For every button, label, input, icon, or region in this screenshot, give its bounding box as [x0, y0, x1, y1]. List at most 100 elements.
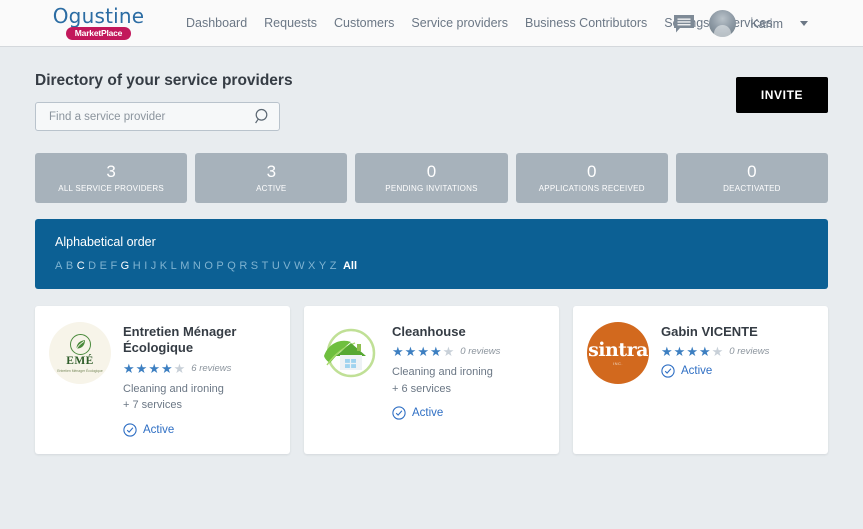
alphabetical-order-title: Alphabetical order	[55, 235, 156, 249]
alphabet-letter-z[interactable]: Z	[330, 260, 337, 272]
invite-button[interactable]: INVITE	[736, 77, 828, 113]
page-title: Directory of your service providers	[35, 72, 293, 89]
reviews-count: 0 reviews	[460, 346, 501, 358]
title-and-search: Directory of your service providers	[35, 72, 293, 131]
chevron-down-icon[interactable]	[800, 21, 808, 26]
search-input[interactable]	[47, 109, 254, 124]
services-summary: Cleaning and ironing + 7 services	[123, 381, 276, 414]
sintra-logo-subtitle: INC.	[613, 360, 623, 366]
alphabet-letter-e[interactable]: E	[100, 260, 107, 272]
alphabet-letter-b[interactable]: B	[66, 260, 73, 272]
alphabet-letter-all[interactable]: All	[343, 260, 357, 272]
star-icon: ★	[673, 344, 686, 360]
sintra-logo: sintra INC.	[587, 322, 649, 384]
stat-label: ALL SERVICE PROVIDERS	[58, 183, 164, 193]
alphabet-letter-f[interactable]: F	[110, 260, 117, 272]
alphabet-letter-a[interactable]: A	[55, 260, 62, 272]
alphabet-letter-q[interactable]: Q	[227, 260, 236, 272]
star-rating: ★ ★ ★ ★ ★	[123, 362, 185, 375]
header-actions: Karim	[673, 0, 808, 47]
search-box[interactable]	[35, 102, 280, 131]
cleanhouse-logo	[318, 322, 380, 384]
alphabet-letter-y[interactable]: Y	[319, 260, 326, 272]
star-rating: ★ ★ ★ ★ ★	[661, 345, 723, 358]
logo-marketplace-badge: MarketPlace	[65, 27, 132, 40]
service-line-primary: Cleaning and ironing	[392, 366, 493, 379]
rating-row: ★ ★ ★ ★ ★ 0 reviews	[392, 345, 545, 358]
alphabet-letter-g[interactable]: G	[121, 260, 130, 272]
alphabet-letter-d[interactable]: D	[88, 260, 96, 272]
alphabet-letter-t[interactable]: T	[262, 260, 269, 272]
alphabet-letter-w[interactable]: W	[294, 260, 304, 272]
user-name[interactable]: Karim	[750, 17, 783, 31]
provider-card[interactable]: Cleanhouse ★ ★ ★ ★ ★ 0 reviews Cleaning and …	[304, 306, 559, 454]
top-header: Ogustine MarketPlace Dashboard Requests …	[0, 0, 863, 47]
nav-dashboard[interactable]: Dashboard	[186, 16, 247, 30]
title-row: Directory of your service providers INVI…	[35, 47, 828, 131]
alphabetical-order-panel: Alphabetical order ABCDEFGHIJKLMNOPQRSTU…	[35, 219, 828, 289]
provider-card[interactable]: sintra INC. Gabin VICENTE ★ ★ ★ ★ ★ 0 review…	[573, 306, 828, 454]
service-line-primary: Cleaning and ironing	[123, 382, 224, 395]
star-icon: ★	[135, 360, 148, 376]
service-line-extra: + 6 services	[392, 382, 451, 395]
status-row: Active	[392, 406, 545, 420]
star-rating: ★ ★ ★ ★ ★	[392, 345, 454, 358]
status-row: Active	[661, 364, 814, 378]
alphabet-letter-s[interactable]: S	[251, 260, 258, 272]
nav-service-providers[interactable]: Service providers	[411, 16, 508, 30]
nav-requests[interactable]: Requests	[264, 16, 317, 30]
alphabet-letter-x[interactable]: X	[308, 260, 315, 272]
star-icon: ★	[442, 344, 455, 360]
message-icon[interactable]	[673, 14, 695, 34]
stat-label: PENDING INVITATIONS	[385, 183, 478, 193]
stat-pending-invitations[interactable]: 0 PENDING INVITATIONS	[355, 153, 508, 203]
provider-name: Gabin VICENTE	[661, 324, 758, 339]
stat-label: ACTIVE	[256, 183, 287, 193]
star-icon: ★	[123, 360, 135, 376]
card-body: Cleanhouse ★ ★ ★ ★ ★ 0 reviews Cleaning and …	[392, 322, 545, 454]
alphabet-letter-h[interactable]: H	[133, 260, 141, 272]
user-avatar[interactable]	[709, 10, 737, 37]
rating-row: ★ ★ ★ ★ ★ 0 reviews	[661, 345, 814, 358]
card-body: Entretien Ménager Écologique ★ ★ ★ ★ ★ 6 rev…	[123, 322, 276, 454]
star-icon: ★	[661, 344, 673, 360]
star-icon: ★	[711, 344, 724, 360]
stat-all-service-providers[interactable]: 3 ALL SERVICE PROVIDERS	[35, 153, 188, 203]
search-icon[interactable]	[254, 108, 271, 125]
stat-value: 0	[747, 162, 757, 182]
eme-logo: EMÉ Entretien Ménager Écologique	[49, 322, 111, 384]
alphabet-letter-n[interactable]: N	[193, 260, 201, 272]
star-icon: ★	[148, 360, 160, 376]
stat-applications-received[interactable]: 0 APPLICATIONS RECEIVED	[515, 153, 668, 203]
alphabet-letter-u[interactable]: U	[272, 260, 280, 272]
stats-row: 3 ALL SERVICE PROVIDERS 3 ACTIVE 0 PENDI…	[35, 153, 829, 203]
check-circle-icon	[123, 422, 137, 437]
eme-logo-subtitle: Entretien Ménager Écologique	[57, 368, 103, 373]
card-body: Gabin VICENTE ★ ★ ★ ★ ★ 0 reviews Active	[661, 322, 814, 454]
alphabet-letter-r[interactable]: R	[239, 260, 247, 272]
provider-card[interactable]: EMÉ Entretien Ménager Écologique Entreti…	[35, 306, 290, 454]
star-icon: ★	[429, 344, 442, 360]
services-summary: Cleaning and ironing + 6 services	[392, 364, 545, 397]
star-icon: ★	[160, 360, 173, 376]
alphabet-letter-p[interactable]: P	[216, 260, 223, 272]
nav-business-contributors[interactable]: Business Contributors	[525, 16, 647, 30]
alphabet-letter-i[interactable]: I	[144, 260, 147, 272]
reviews-count: 0 reviews	[729, 346, 770, 358]
alphabet-letter-l[interactable]: L	[171, 260, 177, 272]
alphabet-letter-j[interactable]: J	[151, 260, 157, 272]
status-row: Active	[123, 422, 276, 437]
alphabet-letter-o[interactable]: O	[204, 260, 213, 272]
alphabet-letter-k[interactable]: K	[160, 260, 167, 272]
app-logo[interactable]: Ogustine MarketPlace	[46, 6, 151, 40]
alphabet-letter-c[interactable]: C	[77, 260, 85, 272]
stat-active[interactable]: 3 ACTIVE	[195, 153, 348, 203]
status-badge: Active	[681, 365, 713, 378]
status-badge: Active	[143, 423, 175, 436]
nav-customers[interactable]: Customers	[334, 16, 394, 30]
stat-deactivated[interactable]: 0 DEACTIVATED	[675, 153, 829, 203]
star-icon: ★	[686, 344, 698, 360]
alphabet-letter-m[interactable]: M	[180, 260, 189, 272]
alphabet-letter-v[interactable]: V	[283, 260, 290, 272]
star-icon: ★	[392, 344, 404, 360]
